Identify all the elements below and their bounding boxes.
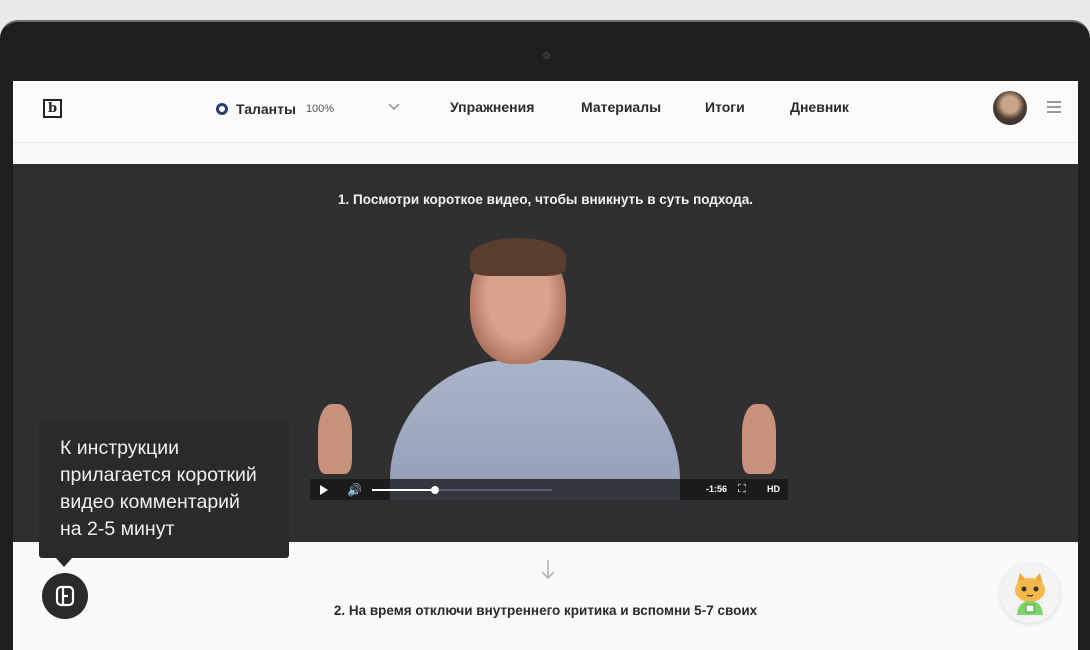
talents-percent: 100%	[305, 103, 335, 115]
video-frame-hair	[470, 238, 566, 276]
video-controls: 🔊 -1:56 ⛶ HD	[310, 479, 788, 500]
tooltip-line: К инструкции	[60, 437, 179, 459]
video-player[interactable]: 🔊 -1:56 ⛶ HD	[310, 232, 788, 500]
camera	[543, 52, 550, 59]
arrow-down-icon	[540, 559, 556, 587]
video-frame-hand-left	[318, 404, 352, 474]
logo-icon[interactable]: b	[43, 99, 62, 118]
top-header: b Таланты 100% Упражнения Материалы Итог…	[13, 81, 1078, 143]
sub-header-strip	[13, 143, 1078, 164]
talents-dot-icon	[216, 103, 228, 115]
volume-icon[interactable]: 🔊	[347, 483, 362, 497]
step-1-heading: 1. Посмотри короткое видео, чтобы вникну…	[338, 192, 753, 207]
hamburger-menu-icon[interactable]	[1047, 101, 1061, 113]
progress-handle[interactable]	[431, 486, 439, 494]
tooltip-line: видео комментарий	[60, 491, 240, 513]
tooltip-arrow	[56, 558, 72, 567]
nav-diary[interactable]: Дневник	[790, 99, 849, 115]
cat-mascot-icon[interactable]	[1000, 563, 1060, 623]
tooltip-line: на 2-5 минут	[60, 518, 175, 540]
tooltip-line: прилагается короткий	[60, 464, 257, 486]
chevron-down-icon[interactable]	[387, 99, 401, 113]
play-icon[interactable]	[320, 485, 328, 495]
hd-quality-button[interactable]: HD	[767, 484, 780, 494]
user-avatar[interactable]	[993, 91, 1027, 125]
talents-selector[interactable]: Таланты 100%	[216, 99, 334, 119]
screen: b Таланты 100% Упражнения Материалы Итог…	[13, 81, 1078, 650]
talents-label: Таланты	[236, 101, 296, 117]
brand-logo-icon[interactable]	[42, 573, 88, 619]
time-remaining: -1:56	[706, 484, 728, 494]
step-2-heading: 2. На время отключи внутреннего критика …	[333, 603, 758, 618]
progress-bar[interactable]	[372, 486, 552, 494]
progress-fill	[372, 489, 435, 491]
nav-results[interactable]: Итоги	[705, 99, 745, 115]
nav-materials[interactable]: Материалы	[581, 99, 661, 115]
fullscreen-icon[interactable]: ⛶	[738, 483, 746, 496]
nav-exercises[interactable]: Упражнения	[450, 99, 534, 115]
video-frame-hand-right	[742, 404, 776, 474]
help-tooltip: К инструкции прилагается короткий видео …	[39, 419, 289, 558]
